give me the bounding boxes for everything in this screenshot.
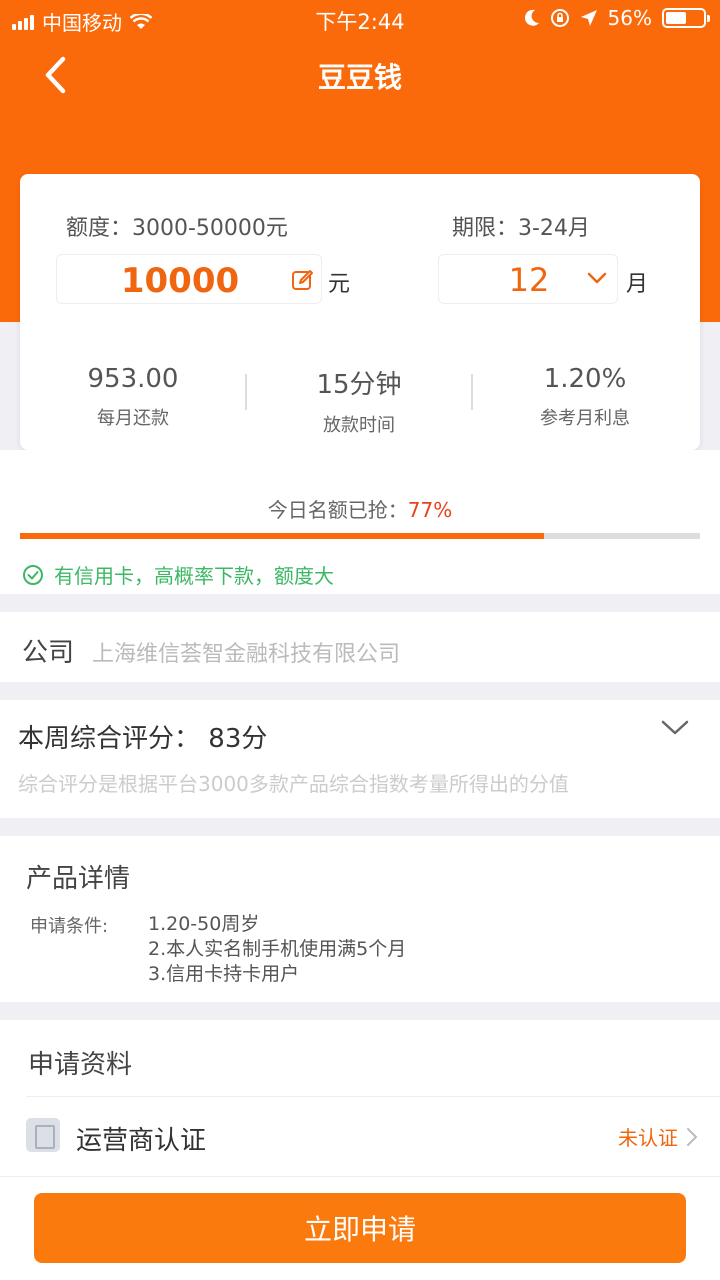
quota-percent: 77%: [407, 498, 453, 522]
quota-progress-bar: [20, 533, 700, 539]
rotation-lock-icon: [550, 9, 569, 27]
company-label: 公司: [22, 638, 75, 668]
nav-bar: 豆豆钱: [0, 38, 720, 112]
stat-monthly-interest: 1.20% 参考月利息: [472, 364, 698, 430]
chevron-down-icon: [587, 272, 607, 284]
quota-label: 今日名额已抢：77%: [0, 494, 720, 523]
loan-card: 额度：3000-50000元 期限：3-24月 10000 元 12 月 953…: [20, 174, 700, 450]
amount-value: 10000: [120, 261, 240, 301]
bottom-bar: 立即申请: [0, 1176, 720, 1280]
term-range-label: 期限：3-24月: [452, 216, 590, 241]
stat-value: 1.20%: [543, 364, 627, 394]
condition-list: 1.20-50周岁 2.本人实名制手机使用满5个月 3.信用卡持卡用户: [148, 912, 406, 987]
product-detail-title: 产品详情: [26, 864, 131, 894]
stat-label: 参考月利息: [540, 408, 630, 429]
amount-input[interactable]: 10000: [56, 254, 322, 304]
chevron-down-icon[interactable]: [660, 718, 690, 738]
battery-icon: [662, 8, 710, 28]
carrier-auth-label[interactable]: 运营商认证: [76, 1120, 206, 1157]
location-arrow-icon: [580, 10, 597, 26]
battery-fill: [666, 12, 687, 24]
term-unit: 月: [626, 272, 649, 297]
condition-item: 3.信用卡持卡用户: [148, 963, 300, 985]
carrier-auth-status[interactable]: 未认证: [618, 1122, 698, 1151]
stat-monthly-payment: 953.00 每月还款: [20, 364, 246, 430]
company-value: 上海维信荟智金融科技有限公司: [92, 642, 401, 667]
divider: [26, 1096, 720, 1097]
auth-status-text: 未认证: [618, 1126, 678, 1150]
stat-value: 15分钟: [316, 370, 402, 400]
stat-label: 放款时间: [323, 415, 395, 436]
moon-icon: [524, 9, 539, 26]
apply-materials-title: 申请资料: [28, 1050, 133, 1080]
amount-unit: 元: [328, 272, 351, 297]
battery-percent: 56%: [607, 6, 652, 30]
check-circle-icon: [23, 564, 43, 585]
status-bar: 中国移动 下午2:44 56%: [0, 0, 720, 38]
term-select[interactable]: 12: [438, 254, 618, 304]
status-right: 56%: [524, 6, 710, 30]
quota-label-text: 今日名额已抢：: [267, 498, 408, 522]
score-label-text: 本周综合评分：: [18, 724, 201, 754]
page-title: 豆豆钱: [317, 61, 402, 94]
edit-icon[interactable]: [291, 268, 315, 292]
credit-card-tip: 有信用卡，高概率下款，额度大: [22, 560, 334, 589]
score-value: 83分: [208, 724, 268, 754]
carrier-auth-icon: [26, 1118, 60, 1152]
tip-text: 有信用卡，高概率下款，额度大: [54, 564, 334, 588]
stat-disbursement-time: 15分钟 放款时间: [246, 364, 472, 437]
condition-label: 申请条件:: [30, 916, 109, 937]
apply-now-button[interactable]: 立即申请: [34, 1193, 686, 1263]
score-description: 综合评分是根据平台3000多款产品综合指数考量所得出的分值: [18, 772, 569, 796]
chevron-right-icon: [687, 1127, 697, 1146]
condition-item: 2.本人实名制手机使用满5个月: [148, 938, 407, 960]
amount-range-label: 额度：3000-50000元: [66, 216, 288, 241]
condition-item: 1.20-50周岁: [148, 913, 260, 935]
stat-label: 每月还款: [97, 408, 169, 429]
score-label: 本周综合评分： 83分: [18, 718, 267, 755]
quota-progress-fill: [20, 533, 544, 539]
stat-value: 953.00: [87, 364, 179, 394]
